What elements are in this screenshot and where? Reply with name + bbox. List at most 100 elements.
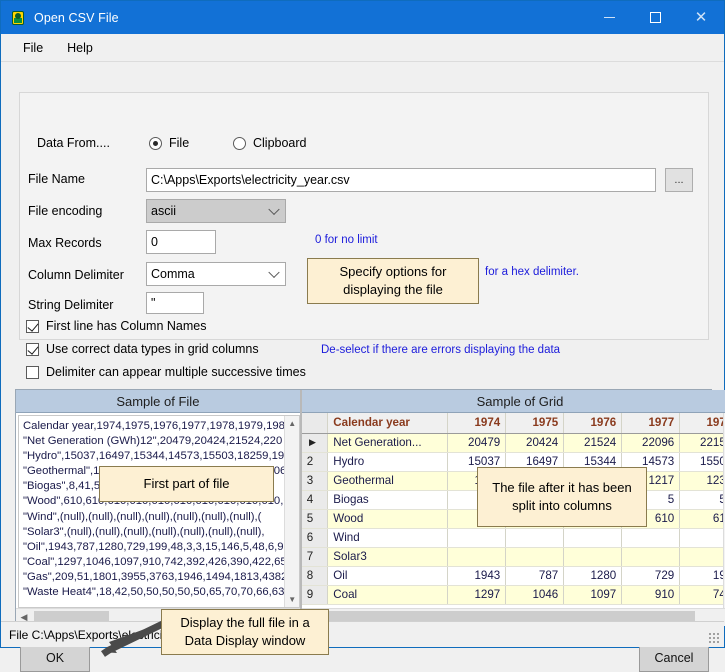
grid-cell-name[interactable]: Wind [327, 528, 449, 548]
grid-cell-value[interactable] [505, 528, 565, 548]
grid-cell-value[interactable]: 610 [679, 509, 725, 529]
scroll-down-icon[interactable]: ▼ [285, 592, 299, 607]
grid-cell-value[interactable]: 22096 [621, 433, 681, 453]
file-encoding-label: File encoding [28, 204, 103, 218]
grid-cell-value[interactable]: 1046 [505, 585, 565, 605]
table-row[interactable]: 9Coal129710461097910742 [301, 585, 725, 605]
window-controls: ✕ [586, 1, 724, 34]
grid-cell-name[interactable]: Geothermal [327, 471, 449, 491]
grid-row-header[interactable]: 7 [301, 547, 329, 567]
resize-grip-icon[interactable] [708, 632, 720, 644]
callout-split-into-columns: The file after it has been split into co… [477, 467, 647, 527]
grid-cell-value[interactable]: 1280 [563, 566, 623, 586]
scroll-up-icon[interactable]: ▲ [285, 416, 299, 431]
max-records-label: Max Records [28, 236, 102, 250]
checkbox-correct-data-types[interactable]: Use correct data types in grid columns [26, 342, 259, 356]
grid-row-header[interactable]: 8 [301, 566, 329, 586]
checkbox-multi-delim-label: Delimiter can appear multiple successive… [46, 365, 306, 379]
grid-cell-value[interactable] [563, 528, 623, 548]
checkbox-box [26, 319, 39, 333]
grid-row-header[interactable]: 4 [301, 490, 329, 510]
maximize-button[interactable] [632, 1, 678, 34]
grid-cell-name[interactable]: Oil [327, 566, 449, 586]
grid-cell-value[interactable]: 1239 [679, 471, 725, 491]
checkbox-multiple-successive-delimiters[interactable]: Delimiter can appear multiple successive… [26, 365, 306, 379]
grid-cell-value[interactable]: 1943 [447, 566, 507, 586]
grid-cell-name[interactable]: Hydro [327, 452, 449, 472]
grid-cell-value[interactable] [447, 547, 507, 567]
grid-column-header[interactable]: 1978 [679, 413, 725, 434]
menu-bar: File Help [1, 34, 724, 62]
grid-cell-value[interactable] [679, 528, 725, 548]
grid-cell-value[interactable]: 199 [679, 566, 725, 586]
grid-cell-value[interactable]: 21524 [563, 433, 623, 453]
grid-column-header[interactable]: 1977 [621, 413, 681, 434]
grid-row-header[interactable]: ► [301, 433, 329, 453]
grid-cell-value[interactable]: 1297 [447, 585, 507, 605]
radio-clipboard[interactable]: Clipboard [233, 136, 307, 150]
grid-cell-name[interactable]: Biogas [327, 490, 449, 510]
grid-cell-value[interactable]: 20424 [505, 433, 565, 453]
table-row[interactable]: 7 Solar3 [301, 547, 725, 567]
grid-cell-value[interactable]: 787 [505, 566, 565, 586]
file-encoding-value: ascii [151, 204, 177, 218]
dialog-body: Data From.... File Clipboard File Name .… [1, 62, 725, 672]
grid-column-header[interactable]: 1975 [505, 413, 565, 434]
grid-cell-name[interactable]: Net Generation... [327, 433, 449, 453]
grid-column-header[interactable]: 1974 [447, 413, 507, 434]
file-sample-textarea[interactable]: Calendar year,1974,1975,1976,1977,1978,1… [18, 415, 300, 608]
grid-row-header[interactable]: 9 [301, 585, 329, 605]
window-title: Open CSV File [34, 10, 119, 25]
table-row[interactable]: 6 Wind [301, 528, 725, 548]
sample-of-grid-title: Sample of Grid [301, 390, 725, 413]
grid-cell-name[interactable]: Coal [327, 585, 449, 605]
menu-item-help[interactable]: Help [55, 37, 105, 59]
browse-button[interactable]: ... [665, 168, 693, 192]
grid-column-header[interactable]: 1976 [563, 413, 623, 434]
checkbox-first-line-column-names[interactable]: First line has Column Names [26, 319, 206, 333]
grid-cell-value[interactable] [447, 528, 507, 548]
radio-clipboard-dot [233, 136, 246, 150]
grid-cell-value[interactable] [505, 547, 565, 567]
close-button[interactable]: ✕ [678, 1, 724, 34]
grid-column-header[interactable]: Calendar year [327, 413, 449, 434]
open-csv-file-window: Open CSV File ✕ File Help Data From.... … [0, 0, 725, 672]
table-row[interactable]: 8Oil19437871280729199 [301, 566, 725, 586]
radio-file-dot [149, 136, 162, 150]
chevron-down-icon [268, 203, 280, 216]
grid-cell-value[interactable]: 729 [621, 566, 681, 586]
grid-cell-value[interactable] [621, 528, 681, 548]
grid-cell-value[interactable]: 910 [621, 585, 681, 605]
string-delimiter-input[interactable] [146, 292, 204, 314]
grid-cell-value[interactable] [679, 547, 725, 567]
max-records-input[interactable] [146, 230, 216, 254]
grid-cell-name[interactable]: Wood [327, 509, 449, 529]
grid-cell-value[interactable] [563, 547, 623, 567]
grid-cell-name[interactable]: Solar3 [327, 547, 449, 567]
app-icon [10, 10, 26, 26]
radio-file[interactable]: File [149, 136, 189, 150]
grid-cell-value[interactable]: 15503 [679, 452, 725, 472]
deselect-errors-hint: De-select if there are errors displaying… [321, 344, 561, 356]
minimize-button[interactable] [586, 1, 632, 34]
grid-row-header[interactable]: 5 [301, 509, 329, 529]
column-delimiter-select[interactable]: Comma [146, 262, 286, 286]
grid-cell-value[interactable]: 53 [679, 490, 725, 510]
grid-cell-value[interactable]: 22158 [679, 433, 725, 453]
file-name-input[interactable] [146, 168, 656, 192]
table-row[interactable]: ► Net Generation... 20479 20424 21524 22096 22… [301, 433, 725, 453]
cancel-button[interactable]: Cancel [639, 644, 709, 672]
grid-row-header[interactable]: 6 [301, 528, 329, 548]
file-sample-vertical-scrollbar[interactable]: ▲ ▼ [283, 416, 299, 607]
grid-cell-value[interactable] [621, 547, 681, 567]
grid-row-header[interactable]: 3 [301, 471, 329, 491]
hex-delimiter-hint: for a hex delimiter. [485, 266, 579, 278]
grid-cell-value[interactable]: 20479 [447, 433, 507, 453]
maximize-icon [649, 12, 661, 23]
grid-cell-value[interactable]: 742 [679, 585, 725, 605]
column-delimiter-label: Column Delimiter [28, 268, 124, 282]
grid-cell-value[interactable]: 1097 [563, 585, 623, 605]
file-encoding-select[interactable]: ascii [146, 199, 286, 223]
grid-row-header[interactable]: 2 [301, 452, 329, 472]
menu-item-file[interactable]: File [11, 37, 55, 59]
